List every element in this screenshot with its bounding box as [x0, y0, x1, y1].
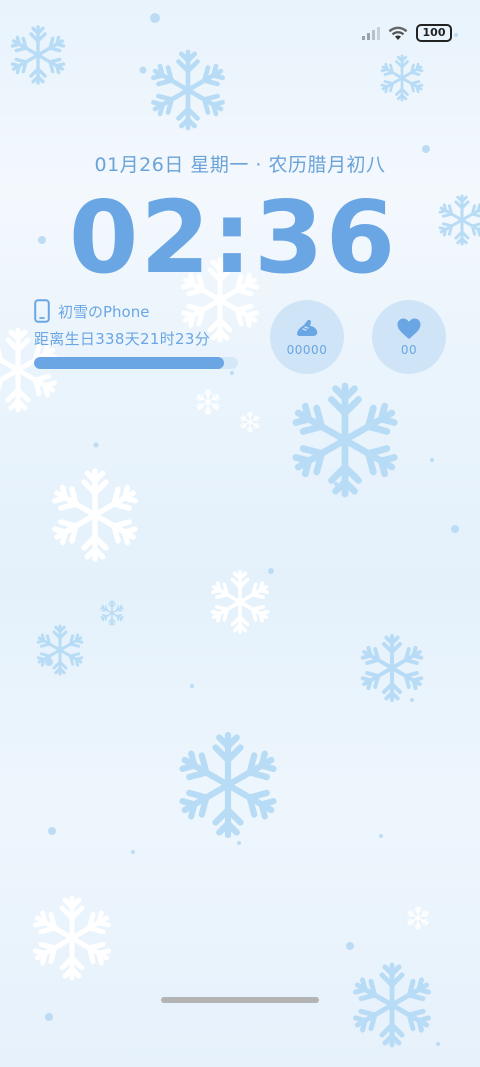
lock-screen-date: 01月26日 星期一 · 农历腊月初八	[94, 154, 386, 176]
countdown-progress-bar	[34, 357, 238, 369]
heart-rate-widget[interactable]: 00	[372, 300, 446, 374]
steps-widget[interactable]: 00000	[270, 300, 344, 374]
birthday-countdown-text: 距离生日338天21时23分	[34, 330, 211, 348]
lock-screen-clock[interactable]: 02:36	[0, 178, 466, 298]
countdown-progress-fill	[34, 357, 224, 369]
device-name: 初雪のPhone	[58, 302, 150, 321]
status-bar: 100	[362, 22, 452, 44]
battery-level: 100	[422, 26, 446, 39]
battery-indicator: 100	[416, 24, 452, 42]
heart-rate-value: 00	[400, 343, 418, 357]
phone-icon	[34, 299, 50, 323]
wifi-icon	[388, 26, 408, 40]
birthday-countdown-widget[interactable]: 初雪のPhone 距离生日338天21时23分	[34, 298, 244, 369]
heart-icon	[397, 318, 421, 339]
shoe-icon	[297, 319, 318, 336]
cellular-signal-icon	[362, 27, 380, 40]
home-indicator[interactable]	[161, 997, 319, 1003]
steps-count: 00000	[286, 343, 328, 357]
